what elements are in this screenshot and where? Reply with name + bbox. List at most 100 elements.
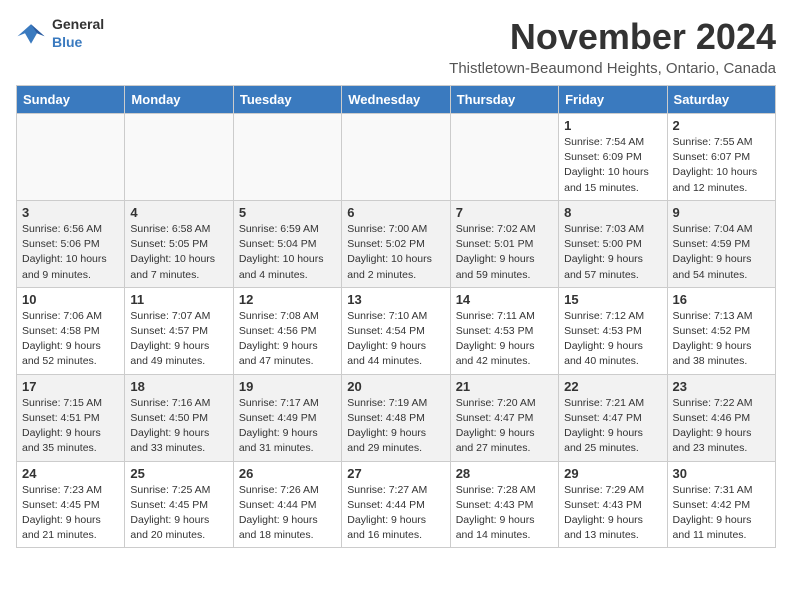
day-info: Sunrise: 7:19 AM Sunset: 4:48 PM Dayligh… xyxy=(347,396,444,457)
day-number: 10 xyxy=(22,292,119,307)
day-info: Sunrise: 7:11 AM Sunset: 4:53 PM Dayligh… xyxy=(456,309,553,370)
calendar-day-cell: 12 Sunrise: 7:08 AM Sunset: 4:56 PM Dayli… xyxy=(233,287,341,374)
calendar-day-cell: 11 Sunrise: 7:07 AM Sunset: 4:57 PM Dayli… xyxy=(125,287,233,374)
day-info: Sunrise: 7:00 AM Sunset: 5:02 PM Dayligh… xyxy=(347,222,444,283)
calendar-day-cell: 16Sunrise: 7:13 AM Sunset: 4:52 PM Dayli… xyxy=(667,287,775,374)
day-number: 25 xyxy=(130,466,227,481)
day-info: Sunrise: 7:26 AM Sunset: 4:44 PM Dayligh… xyxy=(239,483,336,544)
calendar-day-cell: 6 Sunrise: 7:00 AM Sunset: 5:02 PM Daylig… xyxy=(342,200,450,287)
calendar-day-cell: 8 Sunrise: 7:03 AM Sunset: 5:00 PM Daylig… xyxy=(559,200,667,287)
calendar-day-cell: 5Sunrise: 6:59 AM Sunset: 5:04 PM Daylig… xyxy=(233,200,341,287)
day-number: 17 xyxy=(22,379,119,394)
day-number: 30 xyxy=(673,466,770,481)
calendar-day-cell: 26 Sunrise: 7:26 AM Sunset: 4:44 PM Dayli… xyxy=(233,461,341,548)
day-info: Sunrise: 7:10 AM Sunset: 4:54 PM Dayligh… xyxy=(347,309,444,370)
day-info: Sunrise: 7:15 AM Sunset: 4:51 PM Dayligh… xyxy=(22,396,119,457)
calendar-day-cell: 13 Sunrise: 7:10 AM Sunset: 4:54 PM Dayli… xyxy=(342,287,450,374)
calendar-day-cell: 4 Sunrise: 6:58 AM Sunset: 5:05 PM Daylig… xyxy=(125,200,233,287)
day-info: Sunrise: 7:22 AM Sunset: 4:46 PM Dayligh… xyxy=(673,396,770,457)
day-number: 2 xyxy=(673,118,770,133)
day-number: 29 xyxy=(564,466,661,481)
calendar-day-cell: 28 Sunrise: 7:28 AM Sunset: 4:43 PM Dayli… xyxy=(450,461,558,548)
title-area: November 2024 Thistletown-Beaumond Heigh… xyxy=(449,16,776,77)
location-subtitle: Thistletown-Beaumond Heights, Ontario, C… xyxy=(449,60,776,77)
calendar-day-cell: 9Sunrise: 7:04 AM Sunset: 4:59 PM Daylig… xyxy=(667,200,775,287)
day-info: Sunrise: 7:13 AM Sunset: 4:52 PM Dayligh… xyxy=(673,309,770,370)
calendar-day-cell: 29 Sunrise: 7:29 AM Sunset: 4:43 PM Dayli… xyxy=(559,461,667,548)
weekday-header-sunday: Sunday xyxy=(17,86,125,114)
calendar-day-cell: 2 Sunrise: 7:55 AM Sunset: 6:07 PM Daylig… xyxy=(667,114,775,201)
day-number: 20 xyxy=(347,379,444,394)
calendar-day-cell: 19Sunrise: 7:17 AM Sunset: 4:49 PM Dayli… xyxy=(233,374,341,461)
weekday-header-thursday: Thursday xyxy=(450,86,558,114)
day-info: Sunrise: 7:28 AM Sunset: 4:43 PM Dayligh… xyxy=(456,483,553,544)
day-info: Sunrise: 7:27 AM Sunset: 4:44 PM Dayligh… xyxy=(347,483,444,544)
calendar-table: SundayMondayTuesdayWednesdayThursdayFrid… xyxy=(16,85,776,548)
day-number: 14 xyxy=(456,292,553,307)
day-number: 8 xyxy=(564,205,661,220)
day-info: Sunrise: 7:12 AM Sunset: 4:53 PM Dayligh… xyxy=(564,309,661,370)
calendar-day-cell: 14 Sunrise: 7:11 AM Sunset: 4:53 PM Dayli… xyxy=(450,287,558,374)
logo-blue: Blue xyxy=(52,34,82,50)
calendar-day-cell: 22Sunrise: 7:21 AM Sunset: 4:47 PM Dayli… xyxy=(559,374,667,461)
day-info: Sunrise: 7:55 AM Sunset: 6:07 PM Dayligh… xyxy=(673,135,770,196)
logo: General Blue xyxy=(16,16,104,52)
calendar-day-cell: 17 Sunrise: 7:15 AM Sunset: 4:51 PM Dayli… xyxy=(17,374,125,461)
day-info: Sunrise: 7:04 AM Sunset: 4:59 PM Dayligh… xyxy=(673,222,770,283)
weekday-header-row: SundayMondayTuesdayWednesdayThursdayFrid… xyxy=(17,86,776,114)
day-info: Sunrise: 6:59 AM Sunset: 5:04 PM Dayligh… xyxy=(239,222,336,283)
calendar-day-cell: 24 Sunrise: 7:23 AM Sunset: 4:45 PM Dayli… xyxy=(17,461,125,548)
day-info: Sunrise: 6:58 AM Sunset: 5:05 PM Dayligh… xyxy=(130,222,227,283)
calendar-day-cell: 21Sunrise: 7:20 AM Sunset: 4:47 PM Dayli… xyxy=(450,374,558,461)
day-info: Sunrise: 7:21 AM Sunset: 4:47 PM Dayligh… xyxy=(564,396,661,457)
calendar-day-cell: 20 Sunrise: 7:19 AM Sunset: 4:48 PM Dayli… xyxy=(342,374,450,461)
day-number: 24 xyxy=(22,466,119,481)
calendar-day-cell xyxy=(125,114,233,201)
day-info: Sunrise: 7:03 AM Sunset: 5:00 PM Dayligh… xyxy=(564,222,661,283)
day-info: Sunrise: 7:54 AM Sunset: 6:09 PM Dayligh… xyxy=(564,135,661,196)
day-number: 12 xyxy=(239,292,336,307)
weekday-header-tuesday: Tuesday xyxy=(233,86,341,114)
calendar-day-cell: 27 Sunrise: 7:27 AM Sunset: 4:44 PM Dayli… xyxy=(342,461,450,548)
day-number: 27 xyxy=(347,466,444,481)
header: General Blue November 2024 Thistletown-B… xyxy=(16,16,776,77)
day-info: Sunrise: 7:06 AM Sunset: 4:58 PM Dayligh… xyxy=(22,309,119,370)
day-info: Sunrise: 6:56 AM Sunset: 5:06 PM Dayligh… xyxy=(22,222,119,283)
day-info: Sunrise: 7:25 AM Sunset: 4:45 PM Dayligh… xyxy=(130,483,227,544)
day-info: Sunrise: 7:08 AM Sunset: 4:56 PM Dayligh… xyxy=(239,309,336,370)
calendar-week-row: 10 Sunrise: 7:06 AM Sunset: 4:58 PM Dayli… xyxy=(17,287,776,374)
calendar-day-cell: 25 Sunrise: 7:25 AM Sunset: 4:45 PM Dayli… xyxy=(125,461,233,548)
day-number: 13 xyxy=(347,292,444,307)
weekday-header-friday: Friday xyxy=(559,86,667,114)
day-number: 18 xyxy=(130,379,227,394)
calendar-day-cell: 23Sunrise: 7:22 AM Sunset: 4:46 PM Dayli… xyxy=(667,374,775,461)
day-number: 6 xyxy=(347,205,444,220)
month-title: November 2024 xyxy=(449,16,776,58)
calendar-week-row: 1 Sunrise: 7:54 AM Sunset: 6:09 PM Daylig… xyxy=(17,114,776,201)
day-info: Sunrise: 7:29 AM Sunset: 4:43 PM Dayligh… xyxy=(564,483,661,544)
day-info: Sunrise: 7:20 AM Sunset: 4:47 PM Dayligh… xyxy=(456,396,553,457)
day-number: 19 xyxy=(239,379,336,394)
day-info: Sunrise: 7:23 AM Sunset: 4:45 PM Dayligh… xyxy=(22,483,119,544)
calendar-day-cell xyxy=(233,114,341,201)
logo-bird-icon xyxy=(16,22,46,46)
calendar-day-cell: 1 Sunrise: 7:54 AM Sunset: 6:09 PM Daylig… xyxy=(559,114,667,201)
day-number: 11 xyxy=(130,292,227,307)
day-number: 7 xyxy=(456,205,553,220)
calendar-day-cell: 15Sunrise: 7:12 AM Sunset: 4:53 PM Dayli… xyxy=(559,287,667,374)
day-number: 28 xyxy=(456,466,553,481)
day-number: 1 xyxy=(564,118,661,133)
day-info: Sunrise: 7:02 AM Sunset: 5:01 PM Dayligh… xyxy=(456,222,553,283)
calendar-day-cell: 18 Sunrise: 7:16 AM Sunset: 4:50 PM Dayli… xyxy=(125,374,233,461)
calendar-day-cell xyxy=(342,114,450,201)
day-info: Sunrise: 7:07 AM Sunset: 4:57 PM Dayligh… xyxy=(130,309,227,370)
calendar-day-cell xyxy=(450,114,558,201)
weekday-header-monday: Monday xyxy=(125,86,233,114)
calendar-week-row: 24 Sunrise: 7:23 AM Sunset: 4:45 PM Dayli… xyxy=(17,461,776,548)
day-number: 4 xyxy=(130,205,227,220)
calendar-day-cell: 7 Sunrise: 7:02 AM Sunset: 5:01 PM Daylig… xyxy=(450,200,558,287)
weekday-header-saturday: Saturday xyxy=(667,86,775,114)
logo-text: General Blue xyxy=(52,16,104,52)
day-number: 26 xyxy=(239,466,336,481)
day-info: Sunrise: 7:16 AM Sunset: 4:50 PM Dayligh… xyxy=(130,396,227,457)
